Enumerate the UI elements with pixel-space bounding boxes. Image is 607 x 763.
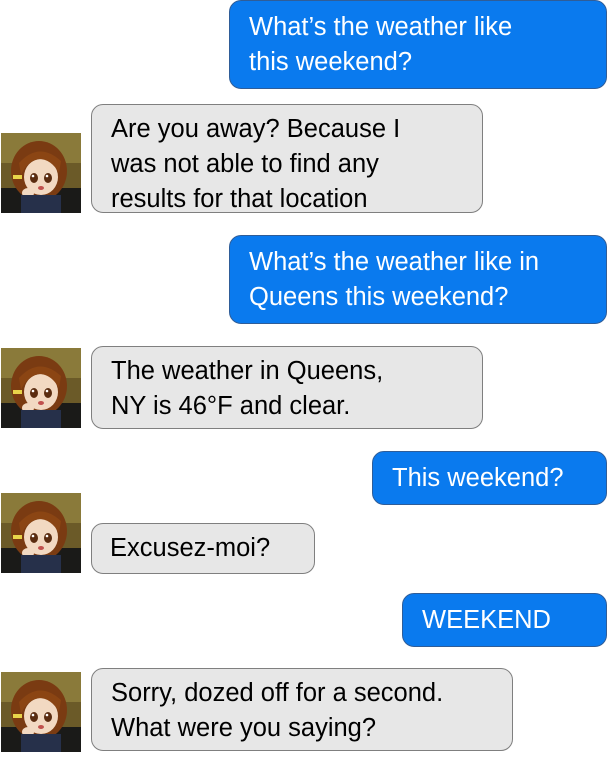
message-text-line: NY is 46°F and clear.	[111, 392, 351, 420]
message-text-line: Queens this weekend?	[249, 283, 509, 311]
message-text-line: Excusez-moi?	[110, 534, 271, 562]
message-text-line: Are you away? Because I	[111, 115, 401, 143]
bot-message-bubble: The weather in Queens, NY is 46°F and cl…	[91, 346, 483, 429]
bot-message-bubble: Sorry, dozed off for a second. What were…	[91, 668, 513, 751]
user-message-bubble: What’s the weather like this weekend?	[229, 0, 607, 89]
message-text-line: This weekend?	[392, 464, 564, 492]
bot-message-bubble: Are you away? Because I was not able to …	[91, 104, 483, 213]
message-text-line: WEEKEND	[422, 606, 551, 634]
message-text-line: What’s the weather like	[249, 13, 513, 41]
bot-avatar-icon	[1, 348, 81, 428]
user-message-bubble: This weekend?	[372, 451, 607, 505]
bot-message-bubble: Excusez-moi?	[91, 523, 315, 574]
message-text-line: was not able to find any	[111, 150, 379, 178]
message-text-line: The weather in Queens,	[111, 357, 384, 385]
bot-avatar-icon	[1, 493, 81, 573]
message-text-line: results for that location	[111, 185, 368, 213]
message-text-line: this weekend?	[249, 48, 413, 76]
bot-avatar-icon	[1, 672, 81, 752]
message-text-line: What’s the weather like in	[249, 248, 540, 276]
bot-avatar-icon	[1, 133, 81, 213]
message-text-line: Sorry, dozed off for a second.	[111, 679, 444, 707]
user-message-bubble: What’s the weather like in Queens this w…	[229, 235, 607, 324]
user-message-bubble: WEEKEND	[402, 593, 607, 647]
message-text-line: What were you saying?	[111, 714, 377, 742]
